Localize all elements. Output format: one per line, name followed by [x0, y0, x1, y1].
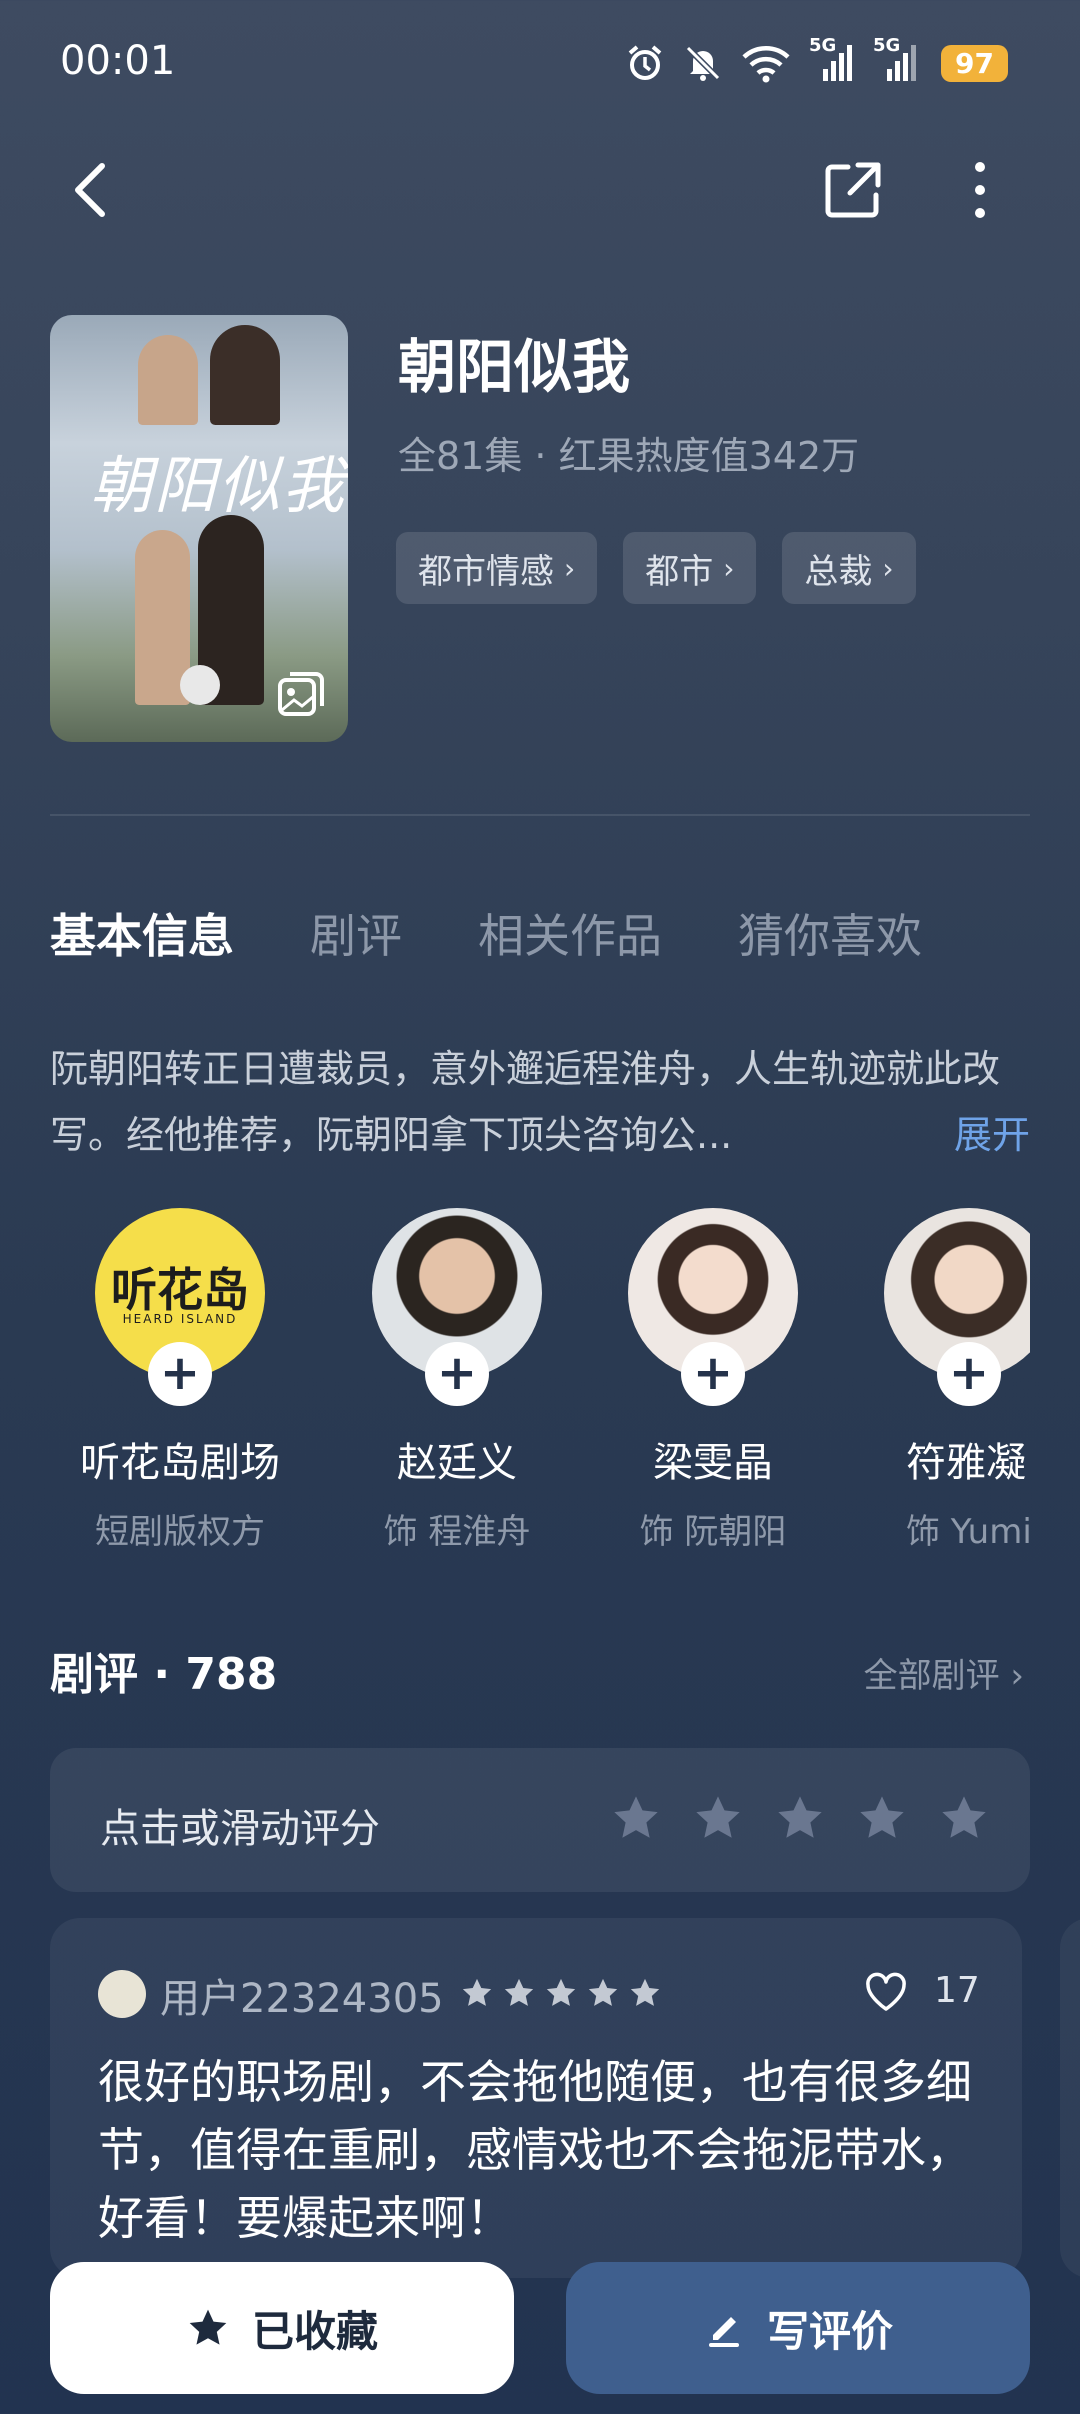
- write-review-button[interactable]: 写评价: [566, 2262, 1030, 2394]
- more-button[interactable]: [960, 155, 1000, 225]
- avatar[interactable]: [98, 1970, 146, 2018]
- avatar[interactable]: +: [372, 1208, 542, 1406]
- alarm-icon: [628, 45, 662, 80]
- signal-5g-2: 5G: [873, 35, 919, 83]
- chevron-right-icon: ›: [1010, 1656, 1024, 1696]
- chevron-right-icon: ›: [564, 551, 576, 585]
- star-icon: [546, 1978, 576, 2006]
- star-icon[interactable]: [938, 1792, 990, 1844]
- synopsis: 阮朝阳转正日遭裁员，意外邂逅程淮舟，人生轨迹就此改写。经他推荐，阮朝阳拿下顶尖咨…: [50, 1036, 1030, 1168]
- follow-button[interactable]: +: [681, 1342, 745, 1406]
- poster-figure: [138, 335, 198, 425]
- review-card-peek[interactable]: [1060, 1918, 1080, 2278]
- more-icon: [975, 162, 985, 218]
- gallery-icon: [278, 672, 324, 716]
- mute-icon: [685, 45, 721, 81]
- review-username[interactable]: 用户22324305: [160, 1966, 444, 2024]
- cast-item[interactable]: + 符雅凝 饰 Yumi: [854, 1208, 1030, 1553]
- cast-name: 梁雯晶: [653, 1440, 773, 1486]
- drama-meta: 全81集 · 红果热度值342万: [398, 434, 860, 478]
- divider: [50, 814, 1030, 816]
- star-icon: [588, 1978, 618, 2006]
- review-card[interactable]: 用户22324305 17 很好的职场剧，不会拖他随便，也有很多细节，值得在重刷…: [50, 1918, 1022, 2278]
- wifi-icon: [742, 46, 790, 83]
- network-label: 5G: [809, 35, 837, 56]
- tag-label: 都市情感: [418, 551, 554, 592]
- cast-item[interactable]: 听花岛 HEARD ISLAND + 听花岛剧场 短剧版权方: [65, 1208, 295, 1553]
- cast-name: 听花岛剧场: [80, 1440, 280, 1486]
- tab-basic-info[interactable]: 基本信息: [50, 900, 234, 966]
- review-stars: [460, 1976, 662, 2010]
- cast-role: 饰 阮朝阳: [639, 1512, 787, 1552]
- poster-image[interactable]: 朝阳似我: [50, 315, 348, 742]
- tag-chip[interactable]: 总裁 ›: [782, 532, 916, 604]
- rating-prompt: 点击或滑动评分: [100, 1806, 380, 1852]
- cast-item[interactable]: + 赵廷义 饰 程淮舟: [342, 1208, 572, 1553]
- cast-role: 饰 程淮舟: [383, 1512, 531, 1552]
- star-icon: [189, 2309, 227, 2345]
- review-text: 很好的职场剧，不会拖他随便，也有很多细节，值得在重刷，感情戏也不会拖泥带水，好看…: [98, 2055, 972, 2245]
- tag-label: 都市: [645, 551, 714, 592]
- rating-stars[interactable]: [610, 1792, 990, 1844]
- back-icon: [75, 163, 105, 217]
- cast-name: 赵廷义: [397, 1440, 517, 1486]
- star-icon: [630, 1978, 660, 2006]
- avatar[interactable]: +: [884, 1208, 1030, 1406]
- tab-related-works[interactable]: 相关作品: [478, 900, 662, 966]
- poster-figure: [210, 325, 280, 425]
- follow-button[interactable]: +: [425, 1342, 489, 1406]
- synopsis-text: 阮朝阳转正日遭裁员，意外邂逅程淮舟，人生轨迹就此改写。经他推荐，阮朝阳拿下顶尖咨…: [50, 1047, 1001, 1157]
- expand-link[interactable]: 展开: [954, 1102, 1030, 1168]
- share-icon: [825, 162, 881, 218]
- rating-box[interactable]: 点击或滑动评分: [50, 1748, 1030, 1892]
- tag-list: 都市情感 › 都市 › 总裁 ›: [396, 532, 916, 604]
- pen-icon: [708, 2317, 739, 2347]
- avatar[interactable]: +: [628, 1208, 798, 1406]
- cast-role: 短剧版权方: [95, 1512, 265, 1552]
- chevron-right-icon: ›: [882, 551, 894, 585]
- drama-title: 朝阳似我: [398, 333, 631, 401]
- tag-chip[interactable]: 都市 ›: [623, 532, 757, 604]
- cast-role: 饰 Yumi: [906, 1512, 1030, 1552]
- cast-item[interactable]: + 梁雯晶 饰 阮朝阳: [598, 1208, 828, 1553]
- all-reviews-label: 全部剧评: [863, 1656, 1000, 1696]
- status-icons: 5G 5G 97: [625, 35, 1008, 88]
- cast-name: 符雅凝: [906, 1440, 1026, 1486]
- follow-button[interactable]: +: [148, 1342, 212, 1406]
- avatar[interactable]: 听花岛 HEARD ISLAND +: [95, 1208, 265, 1406]
- collect-label: 已收藏: [251, 2306, 378, 2356]
- network-label: 5G: [873, 35, 901, 56]
- poster-title: 朝阳似我: [90, 449, 347, 522]
- status-time: 00:01: [60, 38, 176, 84]
- star-icon[interactable]: [774, 1792, 826, 1844]
- star-icon[interactable]: [692, 1792, 744, 1844]
- star-icon: [462, 1978, 492, 2006]
- star-icon[interactable]: [610, 1792, 662, 1844]
- like-count: 17: [934, 1970, 980, 2011]
- collect-button[interactable]: 已收藏: [50, 2262, 514, 2394]
- chevron-right-icon: ›: [723, 551, 735, 585]
- reviews-title: 剧评 · 788: [50, 1649, 278, 1700]
- tag-label: 总裁: [804, 551, 873, 592]
- tag-chip[interactable]: 都市情感 ›: [396, 532, 598, 604]
- tab-reviews[interactable]: 剧评: [310, 900, 402, 966]
- all-reviews-link[interactable]: 全部剧评 ›: [864, 1648, 1024, 1697]
- back-button[interactable]: [70, 150, 130, 230]
- poster-dog: [180, 665, 220, 705]
- star-icon[interactable]: [856, 1792, 908, 1844]
- avatar-logo-text: 听花岛: [111, 1263, 249, 1317]
- follow-button[interactable]: +: [937, 1342, 1001, 1406]
- tab-recommendations[interactable]: 猜你喜欢: [738, 900, 922, 966]
- share-button[interactable]: [818, 155, 888, 225]
- tab-bar: 基本信息 剧评 相关作品 猜你喜欢: [50, 900, 922, 966]
- heart-icon[interactable]: [862, 1968, 910, 2016]
- battery-icon: 97: [941, 44, 1008, 82]
- write-review-label: 写评价: [766, 2306, 893, 2356]
- avatar-logo-sub: HEARD ISLAND: [122, 1312, 238, 1326]
- signal-5g-1: 5G: [809, 35, 855, 83]
- star-icon: [504, 1978, 534, 2006]
